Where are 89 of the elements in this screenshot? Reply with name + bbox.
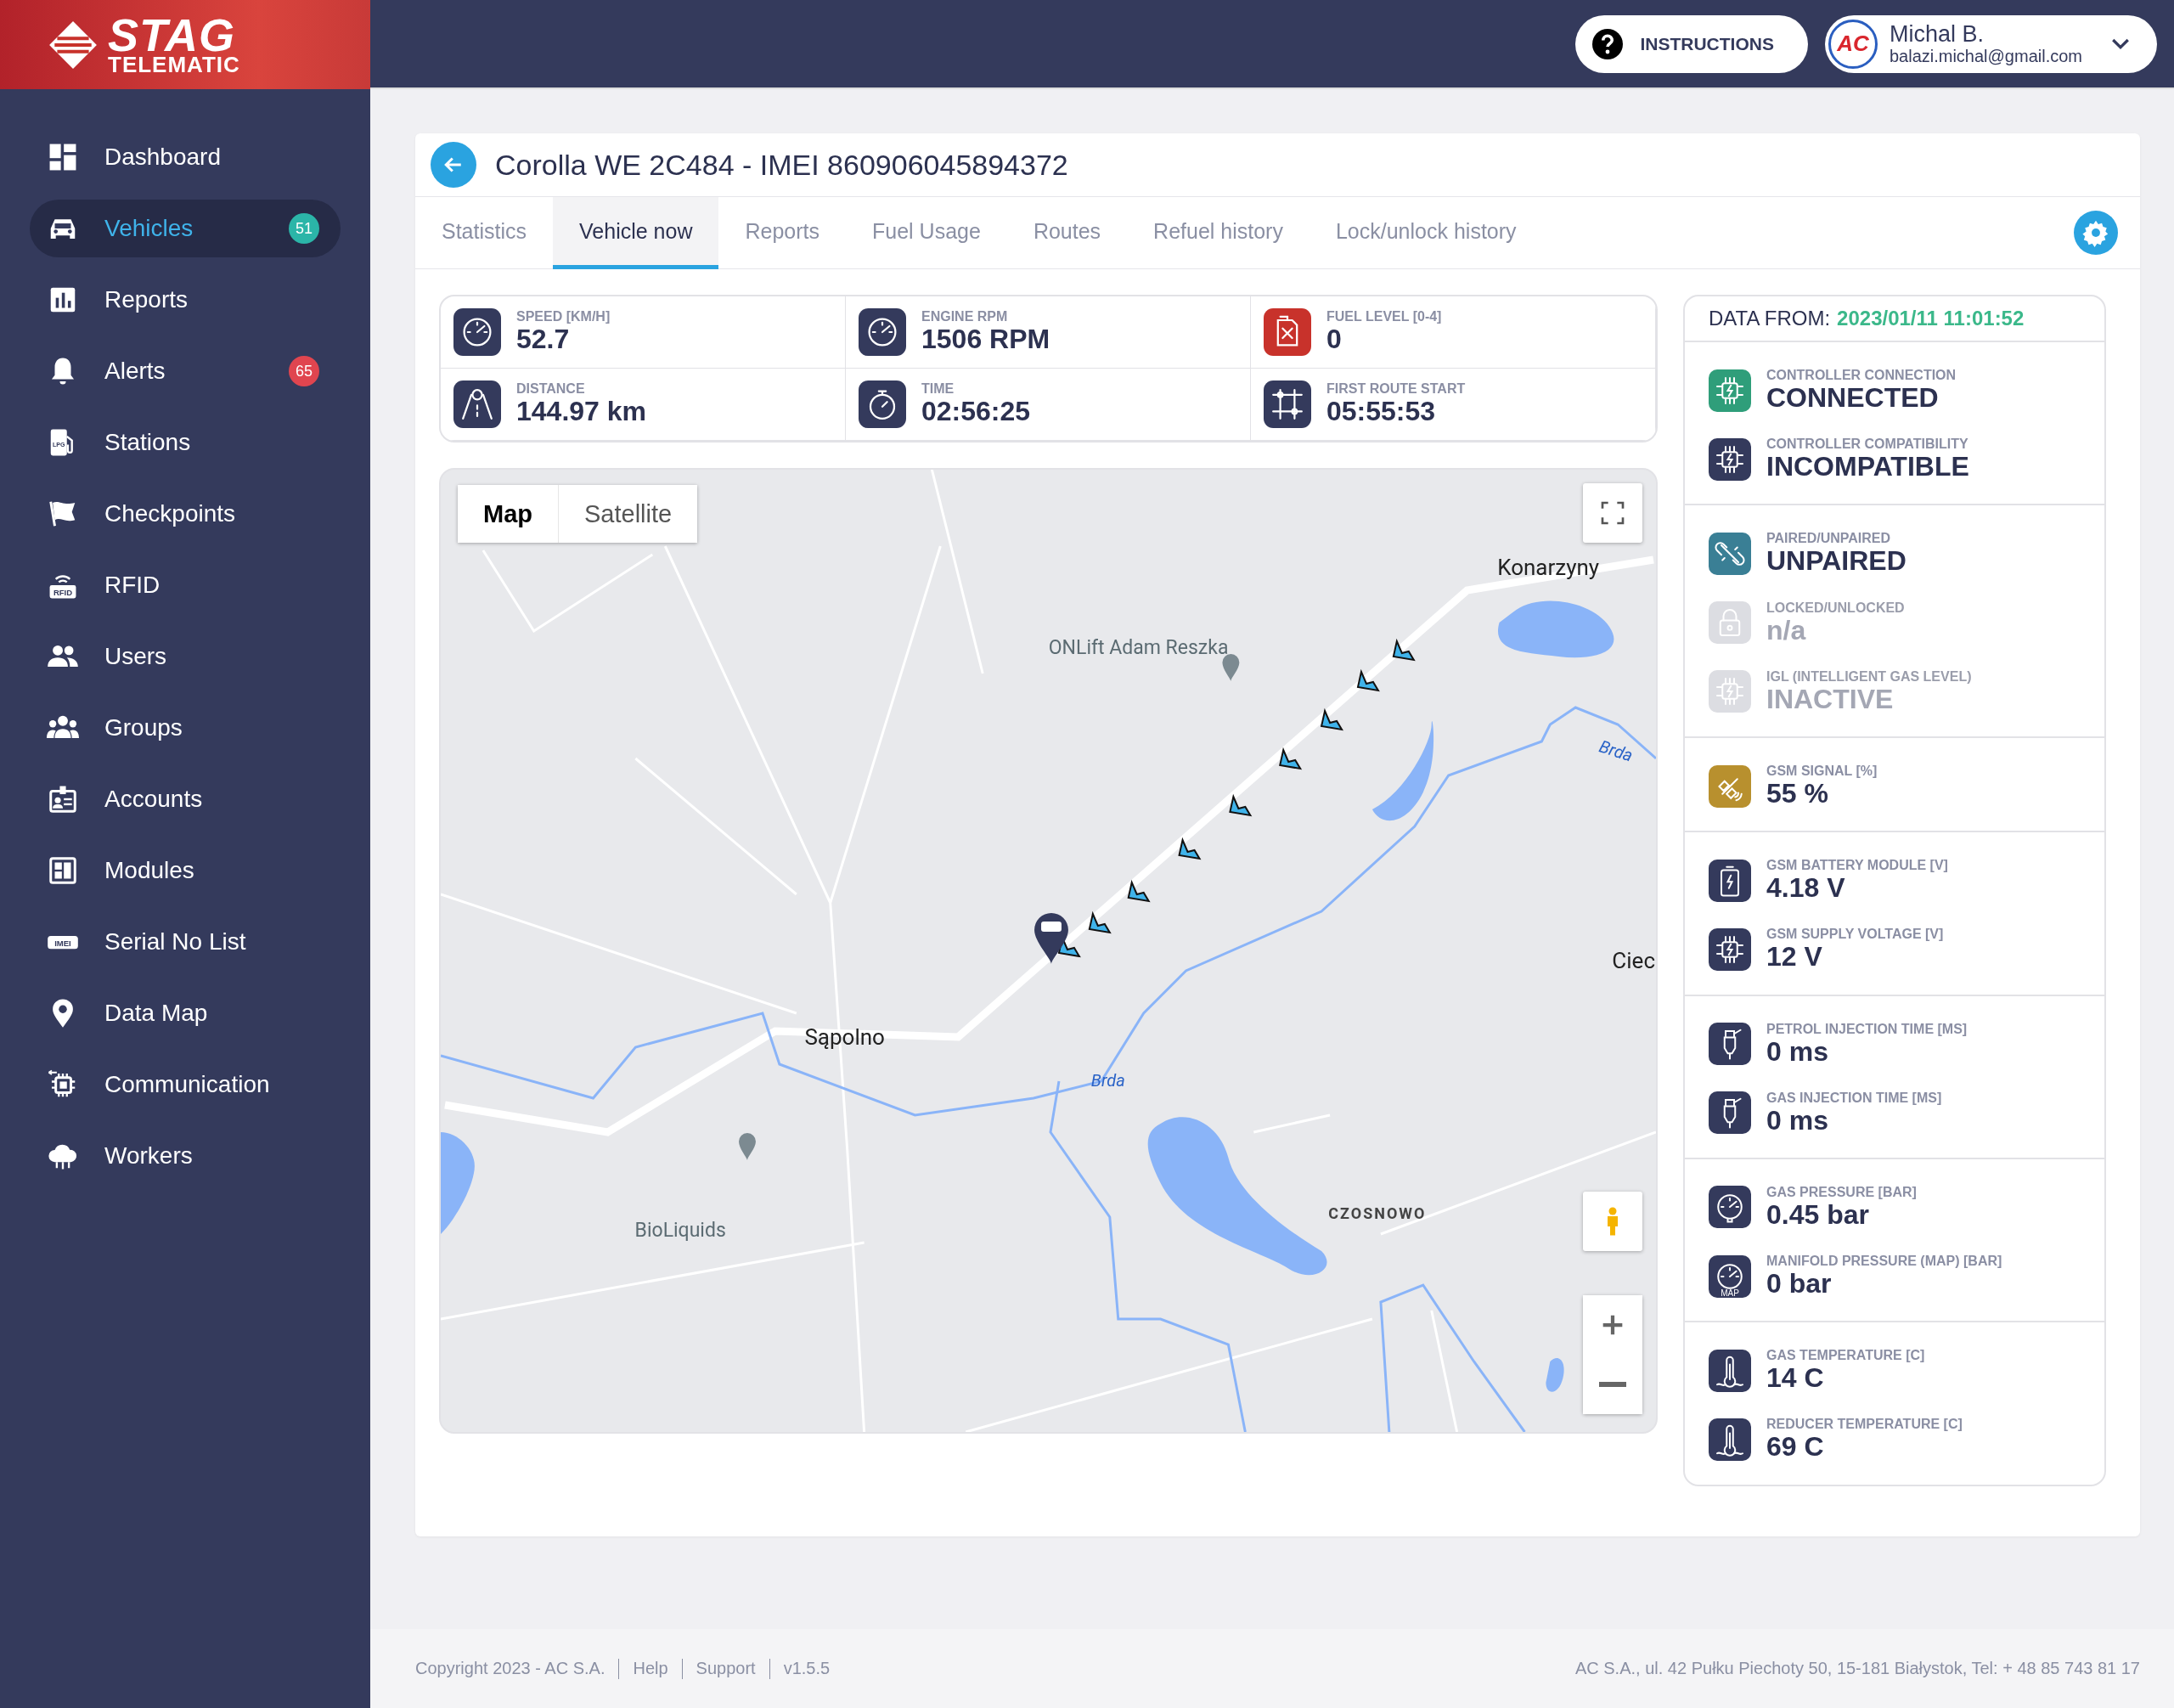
status-value: UNPAIRED (1766, 546, 1906, 577)
sidebar-item[interactable]: IMEI Serial No List (30, 913, 341, 971)
fullscreen-icon (1599, 499, 1626, 527)
sidebar-item[interactable]: RFID RFID (30, 556, 341, 614)
data-from-label: DATA FROM: (1709, 307, 1831, 330)
status-value: INCOMPATIBLE (1766, 452, 1969, 482)
sidebar-item[interactable]: Dashboard (30, 128, 341, 186)
map-type-button[interactable]: Satellite (559, 485, 698, 543)
status-label: MANIFOLD PRESSURE (MAP) [BAR] (1766, 1254, 2002, 1270)
status-value: 4.18 V (1766, 873, 1846, 904)
status-label: GSM BATTERY MODULE [V] (1766, 858, 1948, 874)
status-value: CONNECTED (1766, 383, 1940, 414)
count-badge: 51 (289, 213, 319, 244)
module-icon (47, 854, 79, 887)
sidebar-item[interactable]: Reports (30, 271, 341, 329)
zoom-out-button[interactable] (1583, 1355, 1642, 1414)
stat-label: DISTANCE (516, 381, 586, 397)
status-label: REDUCER TEMPERATURE [C] (1766, 1417, 1963, 1433)
settings-button[interactable] (2074, 211, 2118, 255)
river-label: Brda (1090, 1070, 1125, 1091)
status-value: 14 C (1766, 1363, 1825, 1394)
stat-label: SPEED [KM/H] (516, 309, 611, 325)
sidebar-item[interactable]: Communication (30, 1056, 341, 1113)
count-badge: 65 (289, 356, 319, 386)
vehicle-title: Corolla WE 2C484 - IMEI 860906045894372 (495, 148, 1068, 182)
place-label: ONLift Adam Reszka (1048, 635, 1229, 659)
sidebar-item[interactable]: Groups (30, 699, 341, 757)
status-label: GAS PRESSURE [BAR] (1766, 1184, 1917, 1200)
status-label: PETROL INJECTION TIME [MS] (1766, 1021, 1968, 1037)
sidebar-item[interactable]: LPG Stations (30, 414, 341, 471)
company-logo: AC (1828, 19, 1878, 69)
map-type-button[interactable]: Map (458, 485, 559, 543)
stat-label: TIME (921, 381, 955, 397)
town-label: CZOSNOWO (1328, 1203, 1427, 1222)
status-label: GAS TEMPERATURE [C] (1766, 1348, 1925, 1364)
status-label: CONTROLLER COMPATIBILITY (1766, 437, 1969, 453)
stat-label: FUEL LEVEL [0-4] (1326, 309, 1442, 325)
copyright-text: Copyright 2023 - AC S.A. (415, 1659, 605, 1678)
pressure-gauge-icon: MAP (1709, 1254, 1751, 1298)
stat-value: 05:55:53 (1326, 397, 1437, 427)
status-label: GSM SIGNAL [%] (1766, 763, 1878, 779)
sidebar-item[interactable]: Alerts 65 (30, 342, 341, 400)
user-email: balazi.michal@gmail.com (1889, 47, 2082, 66)
place-label: BioLiquids (634, 1218, 726, 1242)
sidebar-item[interactable]: Users (30, 628, 341, 685)
company-address: AC S.A., ul. 42 Pułku Piechoty 50, 15-181 Białystok, Tel: + 48 85 743 81 17 (1574, 1659, 2140, 1678)
status-label: PAIRED/UNPAIRED (1766, 531, 1892, 547)
status-label: CONTROLLER CONNECTION (1766, 368, 1957, 383)
status-value: 0 ms (1766, 1036, 1829, 1067)
help-icon (1592, 28, 1624, 59)
status-value: 12 V (1766, 942, 1823, 972)
sidebar-item[interactable]: Workers (30, 1127, 341, 1185)
sidebar-item[interactable]: Data Map (30, 984, 341, 1042)
town-label: Konarzyny (1497, 555, 1600, 580)
zoom-in-button[interactable] (1583, 1295, 1642, 1355)
instructions-button[interactable]: INSTRUCTIONS (1575, 14, 1808, 73)
stat-value: 02:56:25 (921, 397, 1031, 427)
status-value: 0 bar (1766, 1269, 1833, 1299)
stat-value: 1506 RPM (921, 324, 1050, 355)
status-value: n/a (1766, 615, 1807, 645)
tab[interactable]: Vehicle now (553, 197, 719, 269)
sidebar-item[interactable]: Accounts (30, 770, 341, 828)
status-value: 0.45 bar (1766, 1199, 1870, 1231)
stat-label: ENGINE RPM (921, 309, 1009, 325)
status-label: GSM SUPPLY VOLTAGE [V] (1766, 927, 1944, 943)
status-value: 0 ms (1766, 1105, 1829, 1136)
sidebar-item[interactable]: Vehicles 51 (30, 200, 341, 257)
status-label: GAS INJECTION TIME [MS] (1766, 1090, 1942, 1106)
river-label: Brda (1597, 736, 1636, 766)
sidebar-item[interactable]: Checkpoints (30, 485, 341, 543)
town-label: Ciec (1612, 948, 1655, 973)
sidebar-item[interactable]: Modules (30, 842, 341, 899)
status-value: 69 C (1766, 1432, 1825, 1463)
status-value: 55 % (1766, 778, 1829, 809)
data-from-timestamp: 2023/01/11 11:01:52 (1837, 307, 2025, 330)
stat-value: 52.7 (516, 324, 571, 355)
fullscreen-button[interactable] (1583, 483, 1642, 543)
stat-label: FIRST ROUTE START (1326, 381, 1466, 397)
user-name: Michal B. (1889, 21, 1985, 48)
logo-text: STAG (108, 14, 235, 56)
minus-icon (1598, 1382, 1627, 1387)
stat-value: 144.97 km (516, 397, 646, 427)
stat-value: 0 (1326, 324, 1343, 355)
town-label: Sąpolno (804, 1024, 885, 1050)
status-label: IGL (INTELLIGENT GAS LEVEL) (1766, 668, 1972, 685)
logo-subtext: TELEMATIC (108, 55, 240, 76)
back-button[interactable] (431, 142, 476, 188)
status-label: LOCKED/UNLOCKED (1766, 600, 1905, 616)
status-value: INACTIVE (1766, 684, 1895, 714)
